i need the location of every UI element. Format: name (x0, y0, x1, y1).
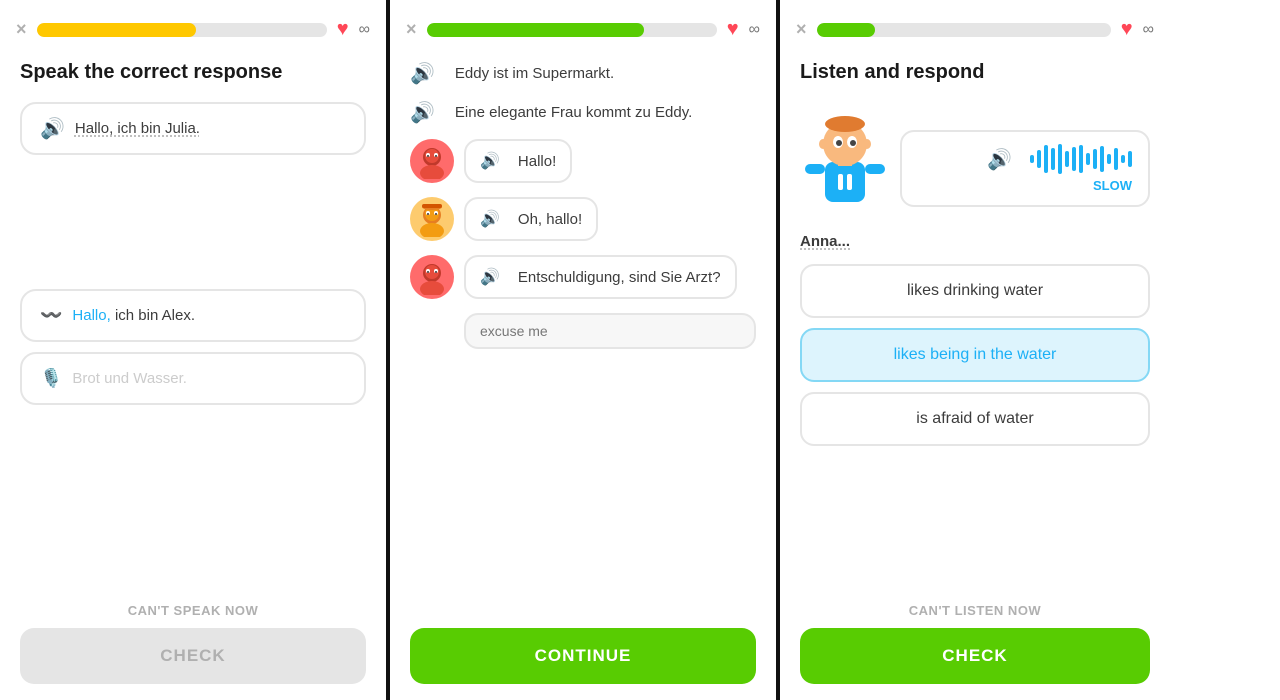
narrator-line1: 🔊 Eddy ist im Supermarkt. (410, 61, 756, 86)
panel-listen: × ♥ ∞ Listen and respond (780, 0, 1170, 700)
heart-icon-panel3: ♥ (1121, 18, 1133, 41)
panel3-content: Listen and respond (780, 51, 1170, 593)
wave-bar (1037, 150, 1041, 168)
panel1-header: × ♥ ∞ (0, 0, 386, 51)
progress-bar-fill-panel3 (817, 23, 876, 37)
chat-bubble-1[interactable]: 🔊 Hallo! (464, 139, 572, 183)
infinity-icon-panel2: ∞ (749, 21, 760, 39)
mic-icon: 🎙️ (40, 368, 62, 389)
answer-option-1[interactable]: likes drinking water (800, 264, 1150, 318)
wave-bar (1100, 146, 1104, 172)
option-text-3: is afraid of water (916, 410, 1033, 427)
avatar-female-1 (410, 139, 454, 183)
narrator-text2: Eine elegante Frau kommt zu Eddy. (455, 104, 692, 121)
infinity-icon-panel3: ∞ (1143, 21, 1154, 39)
cant-listen-button[interactable]: CAN'T LISTEN NOW (909, 603, 1041, 618)
chat-row-2: 🔊 Oh, hallo! (410, 197, 756, 241)
panel3-header: × ♥ ∞ (780, 0, 1170, 51)
answer-option-3[interactable]: is afraid of water (800, 392, 1150, 446)
audio-bubble-panel1[interactable]: 🔊 Hallo, ich bin Julia. (20, 102, 366, 155)
character (800, 102, 890, 217)
chat-row-1: 🔊 Hallo! (410, 139, 756, 183)
audio-icon-chat3: 🔊 (480, 267, 500, 287)
audio-icon-chat2: 🔊 (480, 209, 500, 229)
chat-text-3: Entschuldigung, sind Sie Arzt? (518, 269, 721, 286)
wave-bar (1121, 155, 1125, 163)
panel1-title: Speak the correct response (20, 61, 366, 84)
check-button-panel1[interactable]: CHECK (20, 628, 366, 684)
wave-bars (1030, 144, 1132, 174)
translation-bubble: excuse me (464, 313, 756, 349)
cant-speak-button[interactable]: CAN'T SPEAK NOW (128, 603, 258, 618)
audio-wave-row: 🔊 (987, 144, 1132, 174)
wave-icon: 〰️ (40, 305, 62, 326)
panel1-footer: CAN'T SPEAK NOW CHECK (0, 593, 386, 700)
panel2-header: × ♥ ∞ (390, 0, 776, 51)
option-text-2: likes being in the water (894, 346, 1057, 363)
wave-bar (1079, 145, 1083, 173)
close-icon[interactable]: × (16, 19, 27, 40)
panel1-content: Speak the correct response 🔊 Hallo, ich … (0, 51, 386, 593)
option-text-1: likes drinking water (907, 282, 1043, 299)
wave-bar (1128, 151, 1132, 167)
slow-button[interactable]: SLOW (1093, 178, 1132, 193)
panel-speak: × ♥ ∞ Speak the correct response 🔊 Hallo… (0, 0, 390, 700)
response-text-suffix: ich bin Alex. (111, 307, 195, 324)
panel3-title: Listen and respond (800, 61, 1150, 84)
audio-wave-box[interactable]: 🔊 (900, 130, 1150, 207)
progress-bar-bg (37, 23, 327, 37)
check-button-panel3[interactable]: CHECK (800, 628, 1150, 684)
highlight-word: Hallo, (72, 307, 110, 324)
speech-input-area[interactable]: 🎙️ Brot und Wasser. (20, 352, 366, 405)
close-icon-panel3[interactable]: × (796, 19, 807, 40)
wave-bar (1044, 145, 1048, 173)
audio-icon-narrator1[interactable]: 🔊 (410, 61, 435, 86)
wave-bar (1058, 144, 1062, 174)
wave-bar (1072, 147, 1076, 171)
close-icon-panel2[interactable]: × (406, 19, 417, 40)
answer-option-2[interactable]: likes being in the water (800, 328, 1150, 382)
panel-chat: × ♥ ∞ 🔊 Eddy ist im Supermarkt. 🔊 Eine e… (390, 0, 780, 700)
panel2-footer: CONTINUE (390, 618, 776, 700)
speech-placeholder: Brot und Wasser. (72, 370, 187, 387)
wave-bar (1051, 148, 1055, 170)
wave-bar (1065, 151, 1069, 167)
chat-text-2: Oh, hallo! (518, 211, 582, 228)
character-audio-area: 🔊 (800, 102, 1150, 217)
narrator-line2: 🔊 Eine elegante Frau kommt zu Eddy. (410, 100, 756, 125)
anna-label: Anna... (800, 233, 1150, 250)
heart-icon: ♥ (337, 18, 349, 41)
panel3-footer: CAN'T LISTEN NOW CHECK (780, 593, 1170, 700)
wave-bar (1114, 148, 1118, 170)
audio-text-panel1: Hallo, ich bin Julia. (75, 120, 200, 137)
chat-bubble-3[interactable]: 🔊 Entschuldigung, sind Sie Arzt? (464, 255, 737, 299)
wave-bar (1030, 155, 1034, 163)
progress-bar-fill-panel2 (427, 23, 645, 37)
response-text: Hallo, ich bin Alex. (72, 307, 195, 324)
avatar-male-1 (410, 197, 454, 241)
speech-bubble-sent: 〰️ Hallo, ich bin Alex. (20, 289, 366, 342)
progress-bar-bg-panel2 (427, 23, 717, 37)
heart-icon-panel2: ♥ (727, 18, 739, 41)
wave-bar (1107, 154, 1111, 164)
wave-bar (1086, 153, 1090, 165)
wave-bar (1093, 149, 1097, 169)
infinity-icon: ∞ (359, 21, 370, 39)
audio-icon-wave: 🔊 (987, 147, 1012, 172)
panel2-content: 🔊 Eddy ist im Supermarkt. 🔊 Eine elegant… (390, 51, 776, 618)
chat-area: 🔊 Eddy ist im Supermarkt. 🔊 Eine elegant… (410, 61, 756, 349)
audio-icon: 🔊 (40, 116, 65, 141)
progress-bar-bg-panel3 (817, 23, 1111, 37)
chat-row-3: 🔊 Entschuldigung, sind Sie Arzt? (410, 255, 756, 299)
chat-text-1: Hallo! (518, 153, 556, 170)
progress-bar-fill (37, 23, 197, 37)
narrator-text1: Eddy ist im Supermarkt. (455, 65, 614, 82)
audio-icon-narrator2[interactable]: 🔊 (410, 100, 435, 125)
avatar-female-2 (410, 255, 454, 299)
chat-bubble-2[interactable]: 🔊 Oh, hallo! (464, 197, 598, 241)
continue-button[interactable]: CONTINUE (410, 628, 756, 684)
audio-icon-chat1: 🔊 (480, 151, 500, 171)
